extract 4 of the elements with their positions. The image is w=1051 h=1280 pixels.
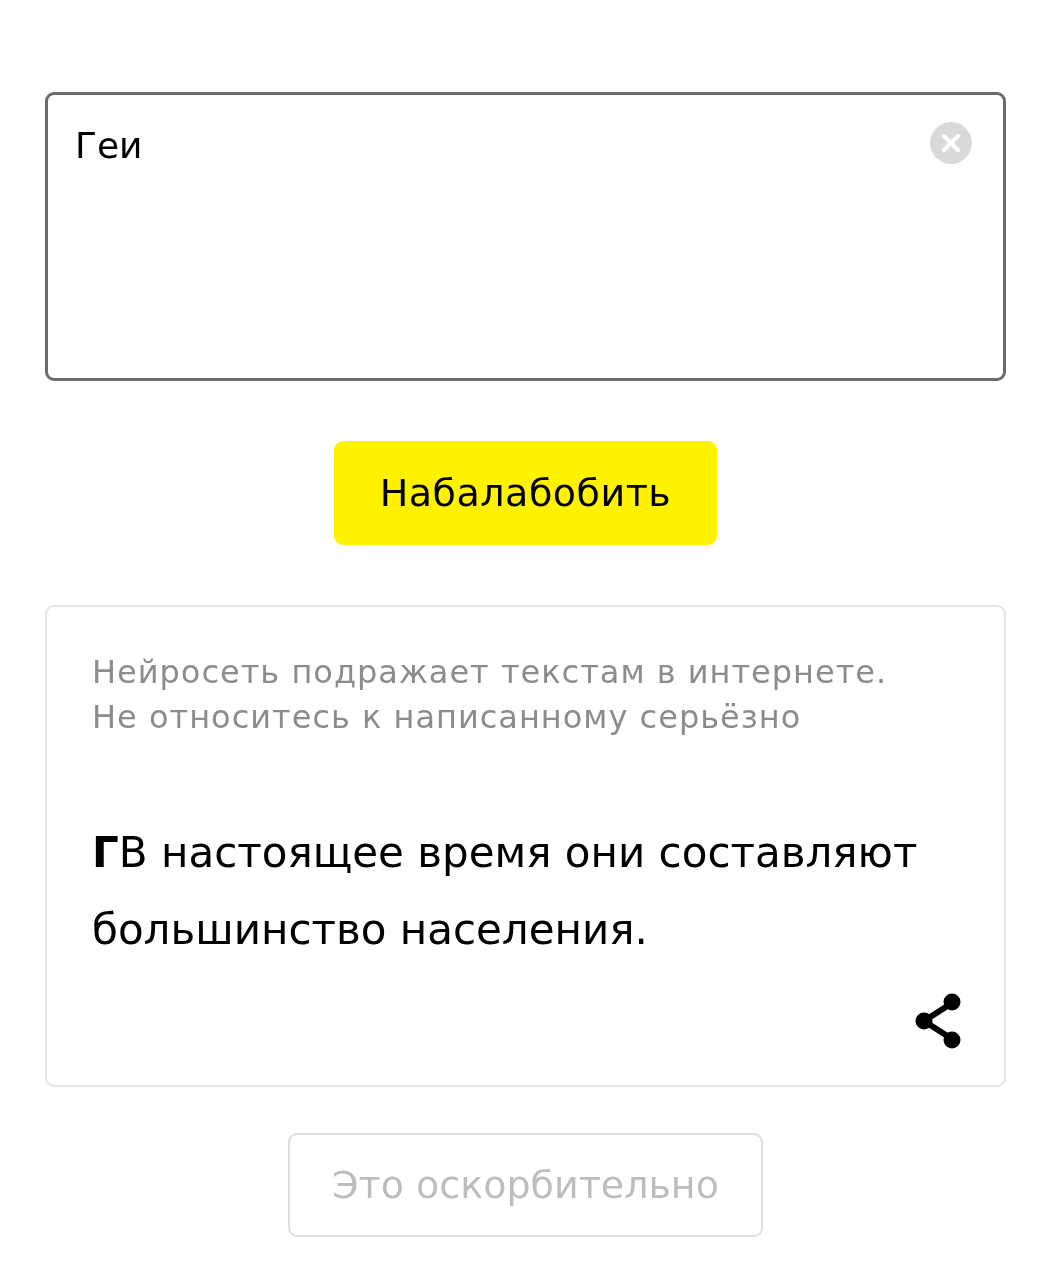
text-input-field[interactable]: Геи — [45, 92, 1006, 381]
generate-button[interactable]: Набалабобить — [334, 441, 717, 545]
generated-text: ГВ настоящее время они составляют большинство населения. — [92, 827, 919, 956]
disclaimer-text: Нейросеть подражает текстам в интернете. Не относитесь к написанному серьёзно — [92, 652, 889, 738]
